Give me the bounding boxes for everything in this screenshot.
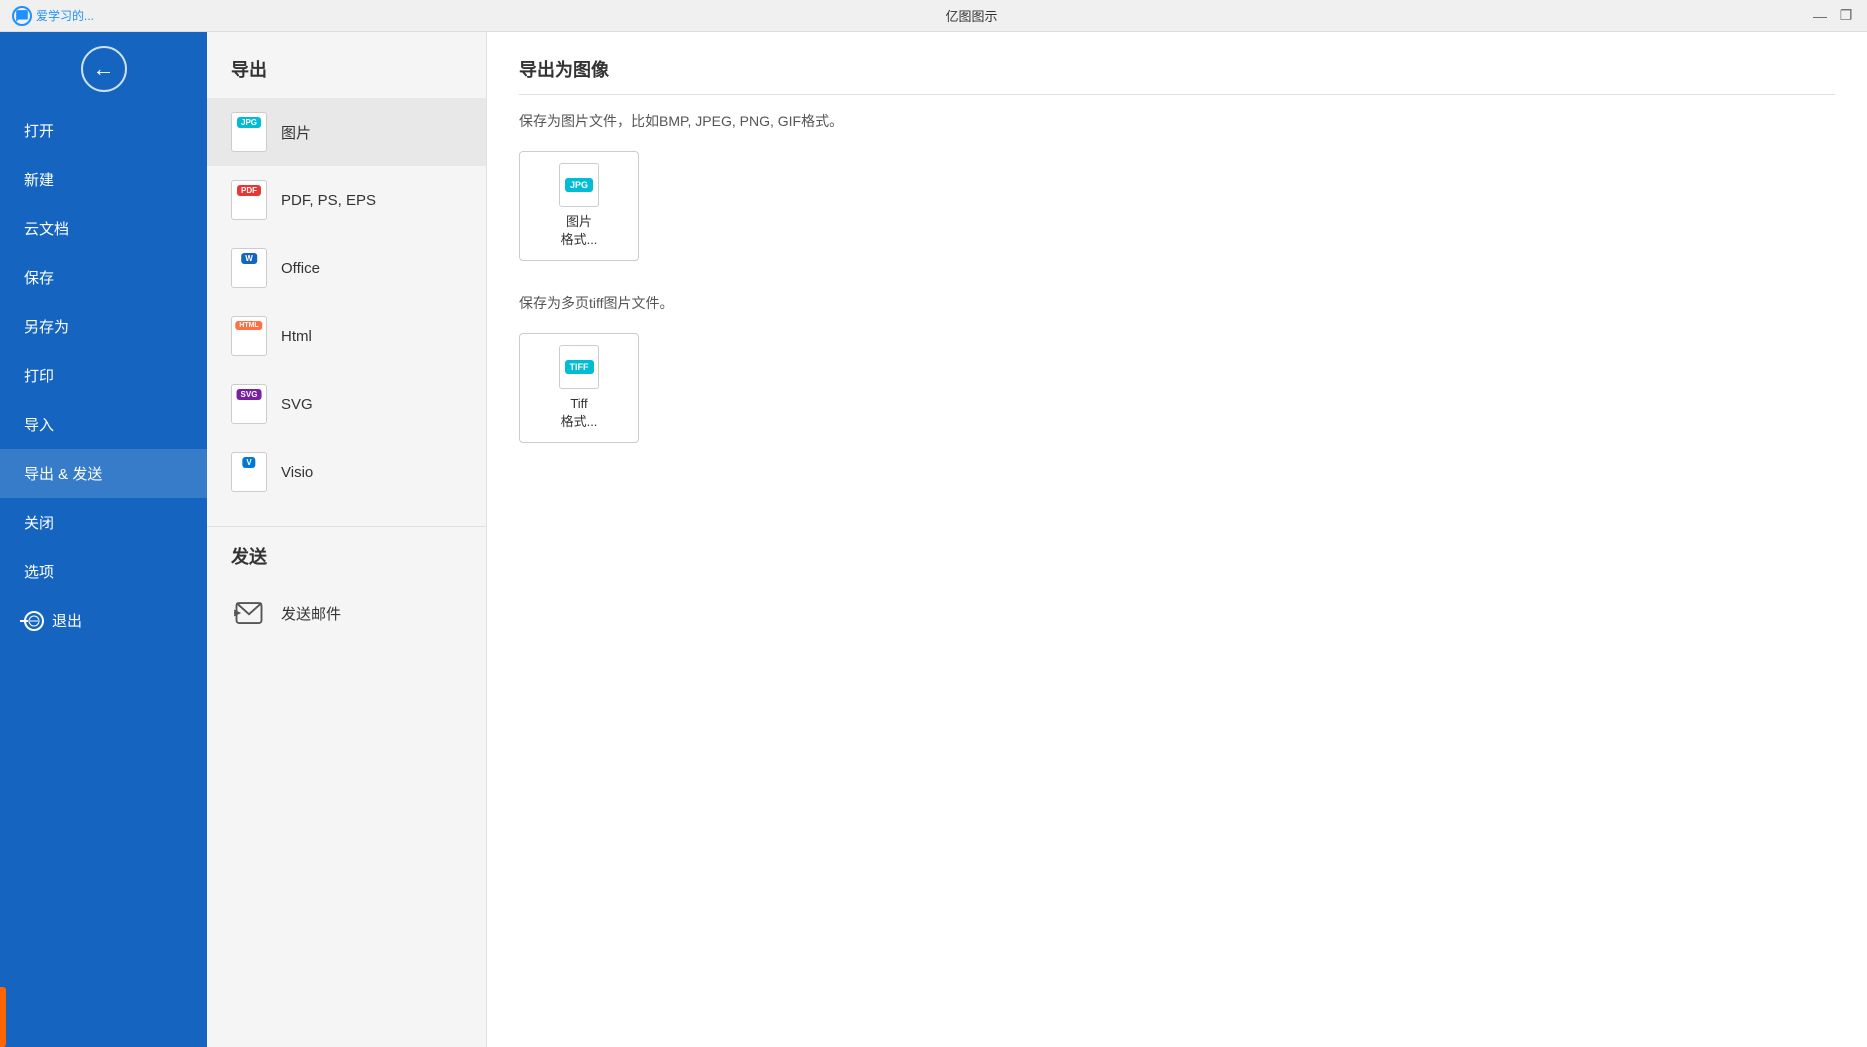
export-item-office[interactable]: W Office [207, 234, 486, 302]
sidebar-item-open[interactable]: 打开 [0, 106, 207, 155]
sidebar-item-import[interactable]: 导入 [0, 400, 207, 449]
export-item-visio[interactable]: V Visio [207, 438, 486, 506]
user-icon [12, 6, 32, 26]
sidebar-item-new[interactable]: 新建 [0, 155, 207, 204]
jpg-card-label: 图片 格式... [561, 213, 598, 249]
jpg-format-card[interactable]: JPG 图片 格式... [519, 151, 639, 261]
back-button[interactable]: ← [79, 44, 129, 94]
jpg-card-icon: JPG [559, 163, 599, 207]
tiff-format-card[interactable]: TIFF Tiff 格式... [519, 333, 639, 443]
main-layout: ← 打开 新建 云文档 保存 另存为 打印 导入 [0, 32, 1867, 1047]
sidebar: ← 打开 新建 云文档 保存 另存为 打印 导入 [0, 32, 207, 1047]
export-section-title: 导出 [207, 48, 486, 98]
section1-desc: 保存为图片文件，比如BMP, JPEG, PNG, GIF格式。 [519, 111, 1835, 131]
sidebar-bottom-hint [0, 987, 6, 1047]
app-title: 亿图图示 [132, 6, 1811, 25]
image-format-cards: JPG 图片 格式... [519, 151, 1835, 261]
send-section: 发送 发送邮件 [207, 526, 486, 645]
back-circle-icon: ← [81, 46, 127, 92]
sidebar-item-saveas[interactable]: 另存为 [0, 302, 207, 351]
minimize-button[interactable]: — [1811, 7, 1829, 25]
pdf-file-icon: PDF [231, 180, 267, 220]
office-file-icon: W [231, 248, 267, 288]
tiff-card-icon: TIFF [559, 345, 599, 389]
content-header: 导出为图像 [519, 56, 1835, 95]
export-item-pdf[interactable]: PDF PDF, PS, EPS [207, 166, 486, 234]
svg-file-icon: SVG [231, 384, 267, 424]
export-item-html[interactable]: HTML Html [207, 302, 486, 370]
restore-button[interactable]: ❐ [1837, 7, 1855, 25]
tiff-format-cards: TIFF Tiff 格式... [519, 333, 1835, 443]
sidebar-item-save[interactable]: 保存 [0, 253, 207, 302]
sidebar-item-options[interactable]: 选项 [0, 547, 207, 596]
exit-icon [24, 611, 44, 631]
user-label: 爱学习的... [36, 7, 94, 24]
export-item-image[interactable]: JPG 图片 [207, 98, 486, 166]
sidebar-item-cloud[interactable]: 云文档 [0, 204, 207, 253]
sidebar-item-export[interactable]: 导出 & 发送 [0, 449, 207, 498]
send-section-title: 发送 [207, 543, 486, 581]
visio-file-icon: V [231, 452, 267, 492]
html-file-icon: HTML [231, 316, 267, 356]
section2-desc: 保存为多页tiff图片文件。 [519, 293, 1835, 313]
sidebar-item-print[interactable]: 打印 [0, 351, 207, 400]
export-item-svg[interactable]: SVG SVG [207, 370, 486, 438]
user-area[interactable]: 爱学习的... [12, 6, 94, 26]
content-panel: 导出为图像 保存为图片文件，比如BMP, JPEG, PNG, GIF格式。 J… [487, 32, 1867, 1047]
title-bar: 爱学习的... 亿图图示 — ❐ [0, 0, 1867, 32]
sidebar-nav: 打开 新建 云文档 保存 另存为 打印 导入 导出 & 发送 [0, 102, 207, 649]
tiff-card-label: Tiff 格式... [561, 395, 598, 431]
middle-panel: 导出 JPG 图片 PDF PDF, PS, EPS W [207, 32, 487, 1047]
sidebar-item-close[interactable]: 关闭 [0, 498, 207, 547]
send-email-item[interactable]: 发送邮件 [207, 581, 486, 645]
sidebar-item-exit[interactable]: 退出 [0, 596, 207, 645]
email-icon [231, 595, 267, 631]
window-controls: — ❐ [1811, 7, 1855, 25]
image-file-icon: JPG [231, 112, 267, 152]
